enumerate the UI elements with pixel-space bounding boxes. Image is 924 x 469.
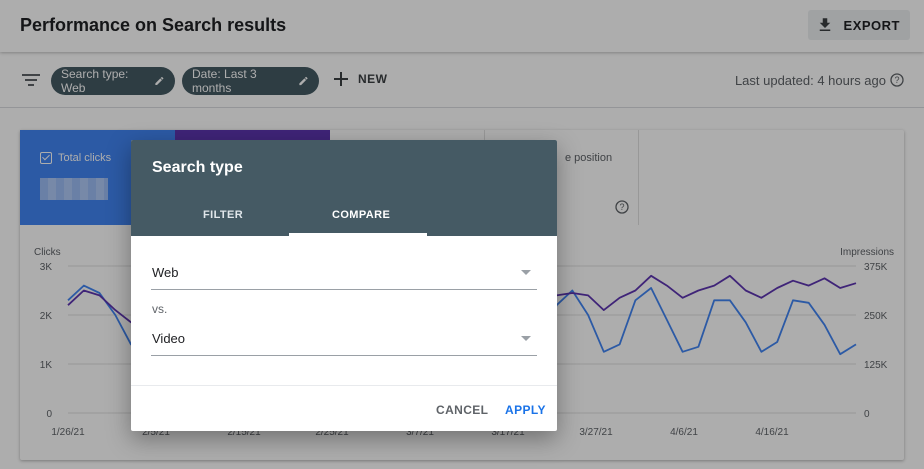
second-search-type-select[interactable]: Video [151,322,537,356]
select-value: Video [152,331,186,346]
tab-filter[interactable]: FILTER [203,209,243,221]
search-type-dialog: Search type FILTER COMPARE Web vs. Video… [131,140,557,431]
vs-label: vs. [152,302,168,316]
dialog-header: Search type FILTER COMPARE [131,140,557,236]
tab-compare[interactable]: COMPARE [332,209,390,221]
active-tab-indicator [289,233,427,236]
select-value: Web [152,265,179,280]
dialog-actions: CANCEL APPLY [131,385,557,431]
dropdown-arrow-icon [521,270,531,275]
apply-button[interactable]: APPLY [505,403,546,417]
first-search-type-select[interactable]: Web [151,256,537,290]
dialog-title: Search type [152,159,243,176]
dropdown-arrow-icon [521,336,531,341]
cancel-button[interactable]: CANCEL [436,403,488,417]
